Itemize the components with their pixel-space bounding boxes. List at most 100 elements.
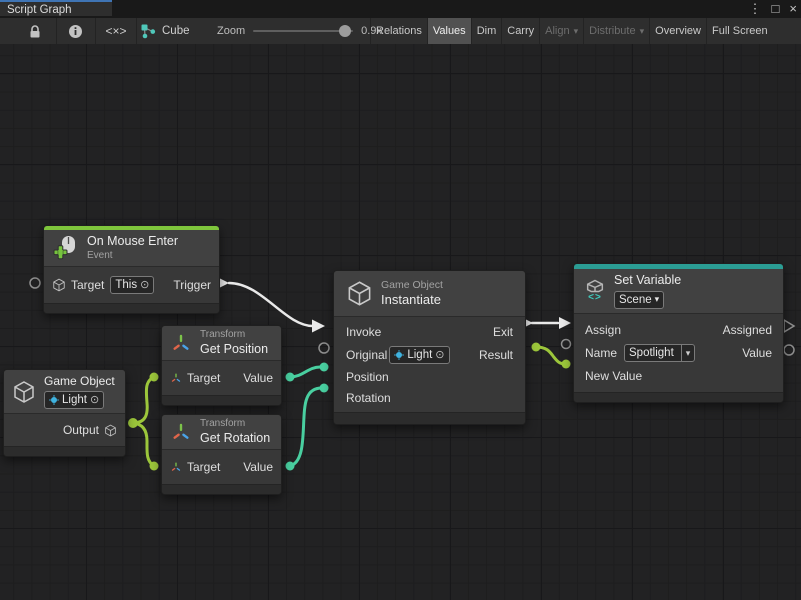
- port-original-input[interactable]: [319, 343, 329, 353]
- wire-rotation-value: [290, 388, 322, 466]
- port-assign-input[interactable]: [559, 317, 571, 329]
- graph-canvas[interactable]: On Mouse Enter Event Target This ⊙ Trigg…: [0, 44, 801, 600]
- variable-brackets-icon: <>: [588, 293, 602, 303]
- value-label: Value: [742, 346, 772, 360]
- node-footer: [334, 412, 525, 424]
- output-label: Output: [63, 423, 99, 437]
- info-button[interactable]: [57, 18, 93, 44]
- window-controls: ⋮ □ ×: [749, 0, 797, 18]
- port-rotation-input[interactable]: [320, 384, 329, 393]
- info-icon: [68, 24, 83, 39]
- port-invoke-input[interactable]: [312, 320, 325, 333]
- node-on-mouse-enter[interactable]: On Mouse Enter Event Target This ⊙ Trigg…: [43, 225, 220, 314]
- rotation-label: Rotation: [346, 391, 391, 405]
- values-button[interactable]: Values: [427, 18, 471, 44]
- port-name-input[interactable]: [562, 340, 571, 349]
- tab-bar: Script Graph ⋮ □ ×: [0, 0, 801, 18]
- dim-button[interactable]: Dim: [471, 18, 502, 44]
- node-title: Instantiate: [381, 292, 443, 308]
- port-getposition-value[interactable]: [286, 373, 295, 382]
- object-picker-icon[interactable]: ⊙: [90, 392, 99, 408]
- code-icon: <×>: [105, 24, 126, 38]
- mouse-plus-icon: [53, 235, 79, 261]
- port-getposition-target[interactable]: [150, 373, 159, 382]
- light-icon: [49, 395, 59, 405]
- node-title: Get Position: [200, 342, 268, 358]
- value-label: Value: [243, 371, 273, 385]
- zoom-label: Zoom: [217, 25, 245, 37]
- port-result-output[interactable]: [532, 343, 541, 352]
- wire-trigger-to-invoke: [229, 283, 313, 326]
- wire-result-to-newvalue: [536, 347, 566, 364]
- close-icon[interactable]: ×: [789, 0, 797, 18]
- node-subtitle: Event: [87, 250, 178, 263]
- relations-button[interactable]: Relations: [370, 18, 427, 44]
- port-getrotation-value[interactable]: [286, 462, 295, 471]
- wire-light-to-getposition: [133, 377, 154, 423]
- graph-icon: [140, 23, 156, 39]
- cube-icon: [52, 278, 66, 292]
- target-label: Target: [187, 460, 220, 474]
- object-picker-icon[interactable]: ⊙: [140, 277, 149, 293]
- node-set-variable[interactable]: <> Set Variable Scene ▾ Assign Assigned …: [573, 263, 784, 403]
- wire-position-value: [290, 367, 320, 377]
- name-label: Name: [585, 346, 617, 360]
- variable-scope-dropdown[interactable]: Scene ▾: [614, 291, 664, 309]
- target-value-field[interactable]: This ⊙: [110, 276, 154, 294]
- node-get-position[interactable]: Transform Get Position Target Value: [161, 325, 282, 406]
- lock-icon: [28, 24, 42, 39]
- light-icon: [394, 350, 404, 360]
- assign-label: Assign: [585, 323, 621, 337]
- zoom-control: Zoom 0.9x: [217, 18, 382, 44]
- tab-script-graph[interactable]: Script Graph: [0, 0, 112, 16]
- port-output-light[interactable]: [128, 418, 138, 428]
- port-newvalue-input[interactable]: [562, 360, 571, 369]
- variable-name-dropdown[interactable]: Spotlight ▾: [624, 344, 695, 362]
- port-getrotation-target[interactable]: [150, 462, 159, 471]
- node-footer: [574, 392, 783, 402]
- node-footer: [44, 303, 219, 313]
- transform-icon: [170, 372, 182, 384]
- position-label: Position: [346, 370, 389, 384]
- node-category: Game Object: [381, 279, 443, 292]
- light-object-field[interactable]: Light ⊙: [44, 391, 104, 409]
- value-label: Value: [243, 460, 273, 474]
- transform-icon: [170, 332, 192, 354]
- port-assigned-output[interactable]: [784, 320, 794, 332]
- node-instantiate[interactable]: Game Object Instantiate Invoke Exit Orig…: [333, 270, 526, 425]
- distribute-dropdown[interactable]: Distribute ▾: [583, 18, 649, 44]
- graph-name: Cube: [162, 25, 190, 37]
- node-title: Set Variable: [614, 273, 681, 289]
- object-picker-icon[interactable]: ⊙: [435, 347, 444, 363]
- overview-button[interactable]: Overview: [649, 18, 706, 44]
- node-get-rotation[interactable]: Transform Get Rotation Target Value: [161, 414, 282, 495]
- lock-button[interactable]: [16, 18, 54, 44]
- more-menu-icon[interactable]: ⋮: [749, 0, 762, 18]
- tab-label: Script Graph: [7, 4, 72, 16]
- original-label: Original: [346, 348, 387, 362]
- toolbar-separator: [136, 18, 137, 44]
- port-value-output[interactable]: [784, 345, 794, 355]
- zoom-slider-handle[interactable]: [339, 25, 351, 37]
- carry-button[interactable]: Carry: [501, 18, 539, 44]
- new-value-label: New Value: [585, 369, 642, 383]
- port-mouseenter-target[interactable]: [30, 278, 40, 288]
- align-dropdown[interactable]: Align ▾: [539, 18, 583, 44]
- chevron-down-icon: ▾: [640, 27, 645, 36]
- original-value-field[interactable]: Light ⊙: [389, 346, 449, 364]
- node-category: Transform: [200, 329, 268, 342]
- target-label: Target: [71, 278, 104, 292]
- port-position-input[interactable]: [320, 363, 329, 372]
- chevron-down-icon[interactable]: ▾: [681, 345, 691, 361]
- toolbar-buttons: Relations Values Dim Carry Align ▾ Distr…: [370, 18, 801, 44]
- node-category: Transform: [200, 418, 270, 431]
- maximize-icon[interactable]: □: [772, 0, 780, 18]
- node-light-getter[interactable]: Game Object Light ⊙ Output: [3, 369, 126, 457]
- edit-graph-button[interactable]: <×>: [96, 18, 136, 44]
- node-title: Game Object: [44, 374, 115, 389]
- zoom-slider[interactable]: [253, 30, 353, 32]
- cube-icon: [12, 380, 36, 404]
- full-screen-button[interactable]: Full Screen: [706, 18, 773, 44]
- invoke-label: Invoke: [346, 325, 381, 339]
- graph-breadcrumb[interactable]: Cube: [140, 18, 190, 44]
